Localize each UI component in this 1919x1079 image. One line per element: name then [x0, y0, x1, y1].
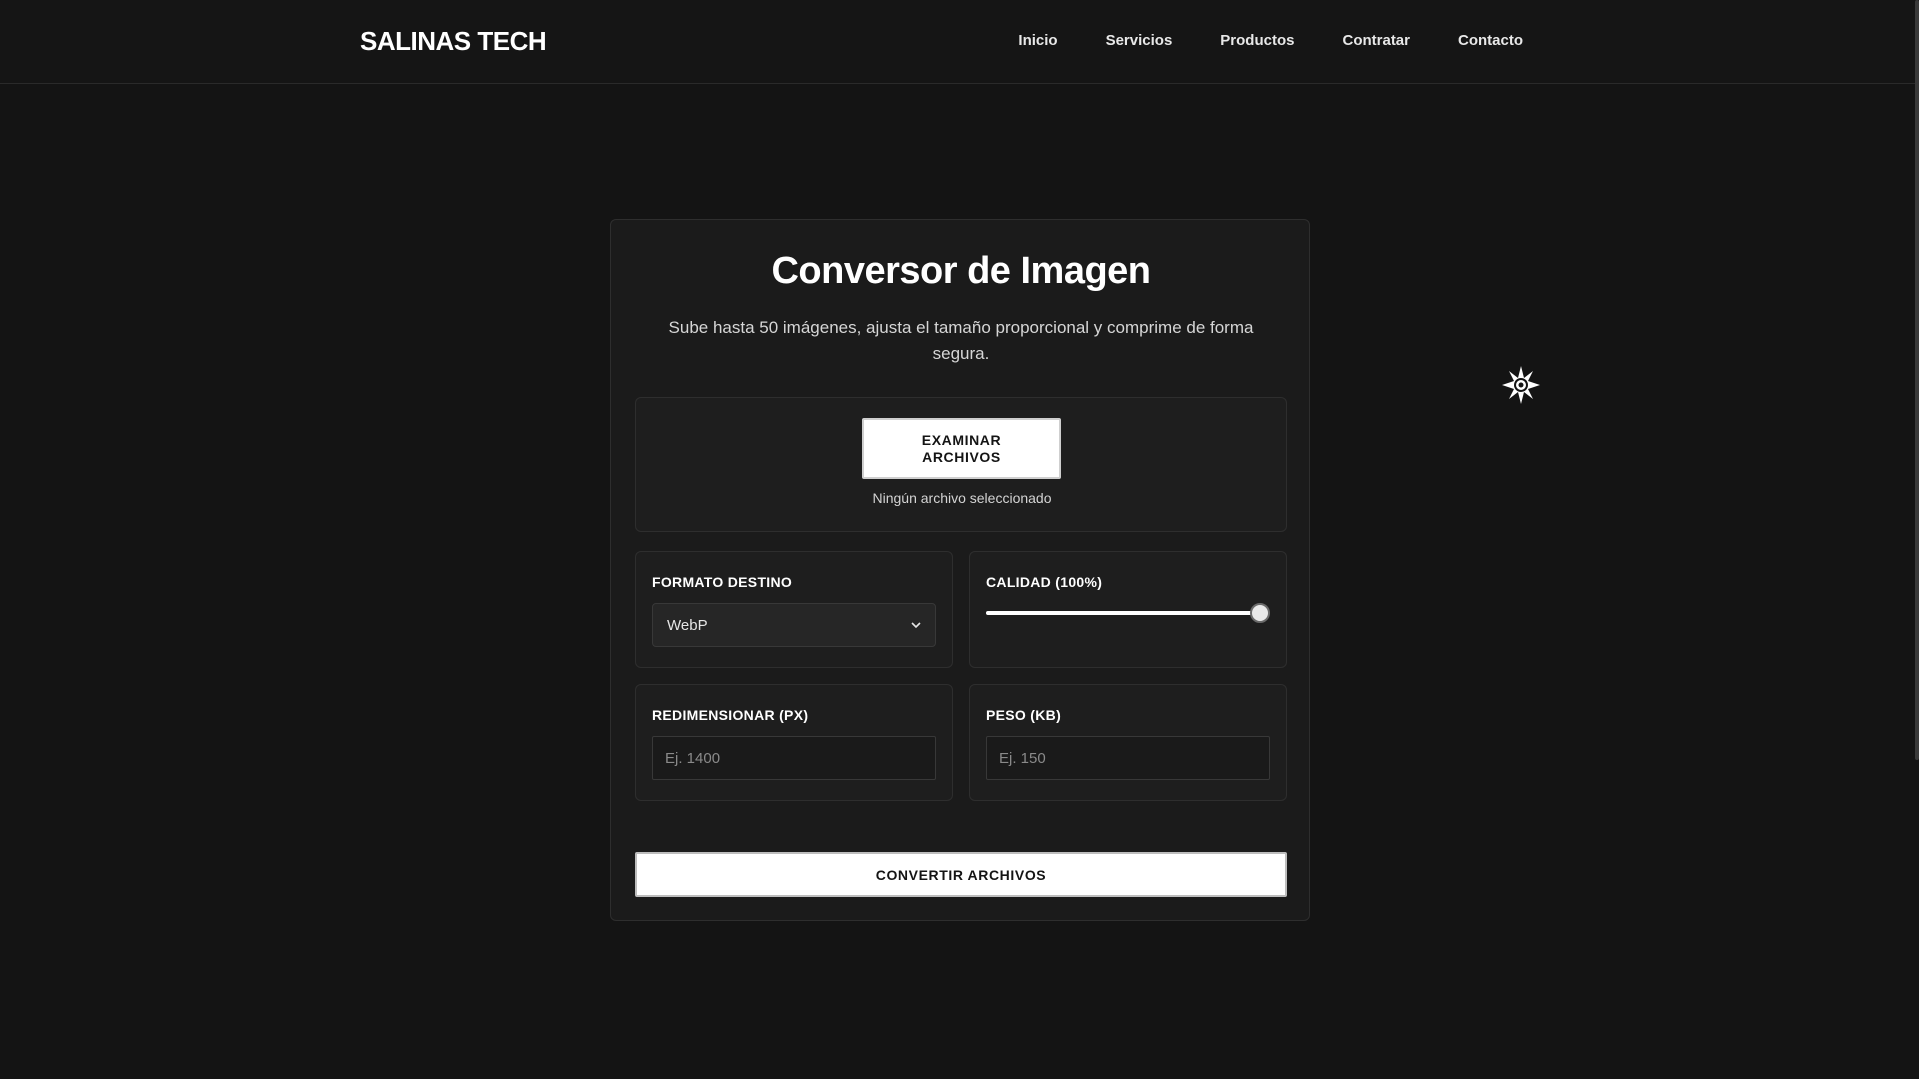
page-subtitle: Sube hasta 50 imágenes, ajusta el tamaño… — [668, 318, 1254, 363]
quality-slider[interactable] — [986, 602, 1270, 624]
file-status-text: Ningún archivo seleccionado — [872, 490, 1052, 506]
format-selected-value: WebP — [667, 616, 708, 634]
format-label: FORMATO DESTINO — [652, 574, 793, 590]
resize-input[interactable] — [652, 736, 936, 780]
nav-servicios[interactable]: Servicios — [1106, 32, 1173, 49]
weight-panel: PESO (KB) — [969, 684, 1287, 801]
slider-thumb[interactable] — [1250, 603, 1270, 623]
sun-icon — [1502, 366, 1540, 404]
convert-files-button[interactable]: CONVERTIR ARCHIVOS — [635, 852, 1287, 897]
format-panel: FORMATO DESTINO WebP — [635, 551, 953, 668]
converter-card: Conversor de Imagen Sube hasta 50 imágen… — [610, 219, 1310, 921]
resize-panel: REDIMENSIONAR (PX) — [635, 684, 953, 801]
theme-toggle-button[interactable] — [1500, 364, 1542, 406]
weight-input[interactable] — [986, 736, 1270, 780]
main-nav: Inicio Servicios Productos Contratar Con… — [1018, 32, 1523, 49]
logo[interactable]: SALINAS TECH — [360, 26, 547, 57]
weight-label: PESO (KB) — [986, 707, 1062, 723]
browse-files-button[interactable]: EXAMINAR ARCHIVOS — [862, 418, 1061, 479]
nav-inicio[interactable]: Inicio — [1018, 32, 1057, 49]
page-title: Conversor de Imagen — [771, 250, 1151, 292]
chevron-down-icon — [911, 621, 921, 628]
quality-panel: CALIDAD (100%) — [969, 551, 1287, 668]
quality-label: CALIDAD (100%) — [986, 574, 1103, 590]
page: SALINAS TECH Inicio Servicios Productos … — [0, 0, 1919, 1079]
resize-label: REDIMENSIONAR (PX) — [652, 707, 809, 723]
nav-contratar[interactable]: Contratar — [1342, 32, 1410, 49]
page-scrollbar[interactable] — [1915, 0, 1919, 760]
site-header: SALINAS TECH Inicio Servicios Productos … — [0, 0, 1919, 84]
format-select[interactable]: WebP — [652, 603, 936, 647]
nav-productos[interactable]: Productos — [1220, 32, 1294, 49]
slider-fill — [986, 611, 1260, 615]
nav-contacto[interactable]: Contacto — [1458, 32, 1523, 49]
file-dropzone[interactable]: EXAMINAR ARCHIVOS Ningún archivo selecci… — [635, 397, 1287, 532]
